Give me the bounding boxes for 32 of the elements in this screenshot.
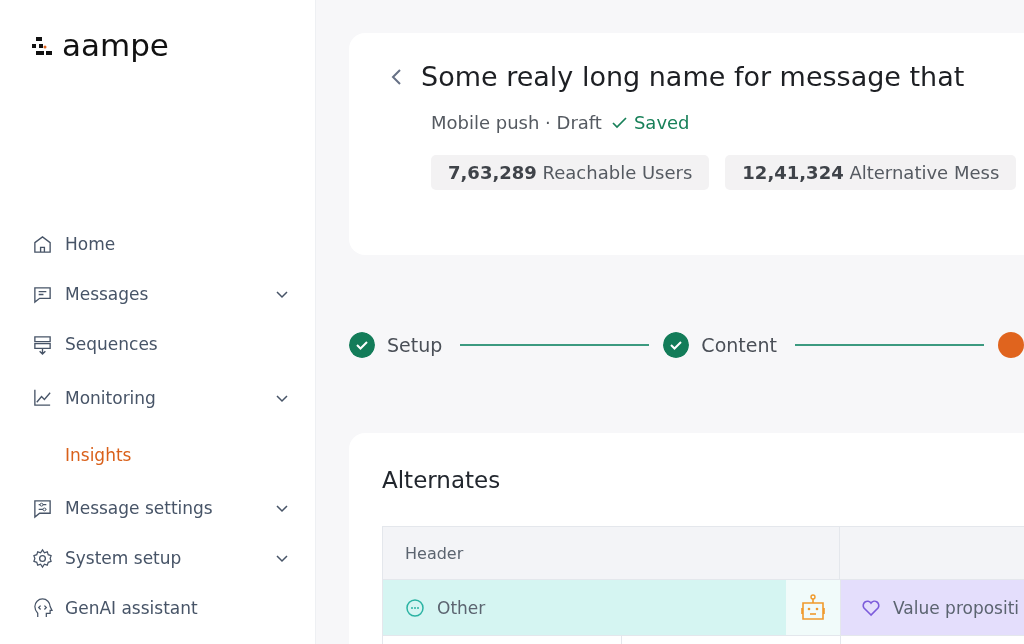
settings-icon: [32, 497, 53, 519]
sidebar-item[interactable]: Insights: [32, 426, 315, 483]
logo-wordmark: aampe: [62, 30, 169, 61]
sidebar-item[interactable]: GenAI assistant: [32, 583, 315, 633]
home-icon: [32, 233, 53, 255]
sidebar-item[interactable]: Home: [32, 219, 315, 269]
sequences-icon: [32, 333, 53, 355]
saved-status: Saved: [633, 112, 690, 133]
ellipsis-icon: [405, 597, 425, 618]
check-icon: [611, 115, 628, 130]
step-done-icon: [663, 332, 690, 358]
logo-icon: [32, 36, 54, 55]
sidebar-item[interactable]: Messages: [32, 269, 315, 319]
gear-icon: [32, 547, 53, 569]
stat-chip: 12,41,324 Alternative Mess: [725, 155, 1017, 190]
stat-chip: 7,63,289 Reachable Users: [431, 155, 710, 190]
message-meta: Mobile push · Draft: [431, 112, 602, 133]
step-current-dot: [998, 332, 1024, 358]
sidebar-item[interactable]: Monitoring: [32, 369, 315, 426]
sidebar-item[interactable]: Sequences: [32, 319, 315, 369]
section-title: Alternates: [382, 467, 502, 493]
sidebar-item[interactable]: Message settings: [32, 483, 315, 533]
step-label[interactable]: Setup: [387, 334, 443, 356]
message-title: Some realy long name for message that: [421, 61, 965, 92]
heart-icon: [861, 597, 881, 618]
monitoring-icon: [32, 387, 53, 408]
step-done-icon: [349, 332, 375, 358]
sidebar-item[interactable]: System setup: [32, 533, 315, 583]
table-header-cell: Header: [383, 527, 840, 579]
category-tag: Value propositi: [841, 580, 1024, 635]
category-tag: Other: [383, 580, 786, 635]
step-label[interactable]: Content: [701, 334, 777, 356]
